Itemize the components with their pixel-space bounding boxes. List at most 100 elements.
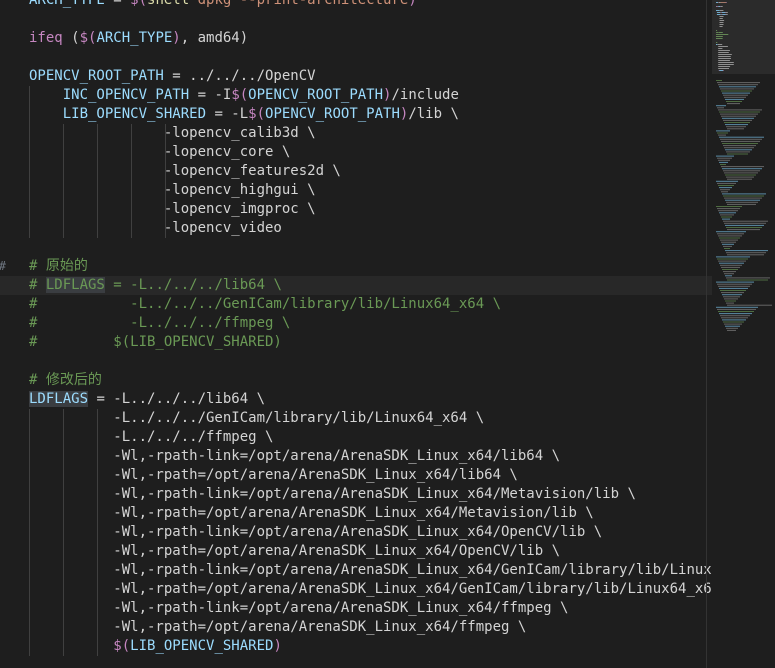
code-line[interactable]: -L../../../ffmpeg \ <box>0 428 712 447</box>
code-line[interactable]: # $(LIB_OPENCV_SHARED) <box>0 333 712 352</box>
code-line[interactable]: OPENCV_ROOT_PATH = ../../../OpenCV <box>0 67 712 86</box>
minimap-line <box>726 252 766 254</box>
minimap-line <box>719 287 748 289</box>
minimap-line <box>718 235 742 237</box>
indent-guide <box>63 637 64 656</box>
minimap[interactable] <box>712 0 775 668</box>
indent-guide <box>97 428 98 447</box>
code-line[interactable]: -Wl,-rpath-link=/opt/arena/ArenaSDK_Linu… <box>0 561 712 580</box>
minimap-line <box>717 182 736 184</box>
code-token: -Wl,-rpath=/opt/arena/ArenaSDK_Linux_x64… <box>29 505 594 521</box>
code-token: = <box>104 0 131 8</box>
minimap-line <box>718 285 750 287</box>
code-area[interactable]: ARCH_TYPE = $(shell dpkg --print-archite… <box>0 0 712 656</box>
indent-guide <box>97 542 98 561</box>
code-line[interactable]: -Wl,-rpath=/opt/arena/ArenaSDK_Linux_x64… <box>0 542 712 561</box>
indent-guide <box>97 580 98 599</box>
minimap-line <box>717 233 744 235</box>
code-line[interactable]: -Wl,-rpath-link=/opt/arena/ArenaSDK_Linu… <box>0 485 712 504</box>
indent-guide <box>97 200 98 219</box>
indent-guide <box>131 124 132 143</box>
minimap-line <box>718 159 730 161</box>
indent-guide <box>29 523 30 542</box>
code-line[interactable]: LIB_OPENCV_SHARED = -L$(OPENCV_ROOT_PATH… <box>0 105 712 124</box>
code-token: -L../../../ffmpeg \ <box>29 429 274 445</box>
minimap-line <box>718 109 762 111</box>
code-line[interactable]: # 修改后的 <box>0 371 712 390</box>
code-line[interactable]: -Wl,-rpath=/opt/arena/ArenaSDK_Linux_x64… <box>0 504 712 523</box>
minimap-line <box>721 241 736 243</box>
minimap-line <box>721 317 748 319</box>
minimap-line <box>726 176 754 178</box>
indent-guide <box>131 162 132 181</box>
minimap-line <box>727 103 740 105</box>
code-line[interactable]: -lopencv_highgui \ <box>0 181 712 200</box>
code-line[interactable]: -lopencv_video <box>0 219 712 238</box>
minimap-line <box>726 227 762 228</box>
minimap-line <box>716 206 742 207</box>
indent-guide <box>97 466 98 485</box>
code-line[interactable]: -L../../../GenICam/library/lib/Linux64_x… <box>0 409 712 428</box>
minimap-line <box>717 82 760 84</box>
code-line[interactable]: -Wl,-rpath=/opt/arena/ArenaSDK_Linux_x64… <box>0 618 712 637</box>
code-line[interactable] <box>0 238 712 257</box>
minimap-line <box>716 281 754 283</box>
code-token: # $(LIB_OPENCV_SHARED) <box>29 334 282 350</box>
code-line[interactable] <box>0 48 712 67</box>
code-token: = -L <box>206 106 249 122</box>
code-line[interactable]: # -L../../../ffmpeg \ <box>0 314 712 333</box>
minimap-line <box>718 185 734 186</box>
minimap-line <box>726 327 738 329</box>
code-line[interactable]: ifeq ($(ARCH_TYPE), amd64) <box>0 29 712 48</box>
minimap-viewport-slider <box>712 0 775 74</box>
code-token: -lopencv_calib3d \ <box>29 125 316 141</box>
code-line[interactable]: -Wl,-rpath-link=/opt/arena/ArenaSDK_Linu… <box>0 523 712 542</box>
code-line[interactable]: -lopencv_calib3d \ <box>0 124 712 143</box>
minimap-line <box>723 94 748 96</box>
minimap-line <box>725 300 736 302</box>
code-token: -Wl,-rpath-link=/opt/arena/ArenaSDK_Linu… <box>29 600 569 616</box>
code-line[interactable]: -lopencv_core \ <box>0 143 712 162</box>
minimap-line <box>722 319 746 321</box>
code-line[interactable]: -Wl,-rpath=/opt/arena/ArenaSDK_Linux_x64… <box>0 466 712 485</box>
minimap-line <box>717 308 756 310</box>
minimap-line <box>727 178 752 180</box>
code-line[interactable]: -Wl,-rpath-link=/opt/arena/ArenaSDK_Linu… <box>0 447 712 466</box>
code-line[interactable]: -Wl,-rpath=/opt/arena/ArenaSDK_Linux_x64… <box>0 580 712 599</box>
indent-guide <box>29 162 30 181</box>
indent-guide <box>63 504 64 523</box>
code-editor[interactable]: # ARCH_TYPE = $(shell dpkg --print-archi… <box>0 0 712 668</box>
code-line[interactable]: $(LIB_OPENCV_SHARED) <box>0 637 712 656</box>
code-line[interactable]: # 原始的 <box>0 257 712 276</box>
minimap-line <box>722 92 750 94</box>
code-token: ) <box>408 0 417 8</box>
indent-guide <box>29 143 30 162</box>
code-line[interactable]: ARCH_TYPE = $(shell dpkg --print-archite… <box>0 0 712 10</box>
minimap-line <box>719 313 752 315</box>
indent-guide <box>29 542 30 561</box>
indent-guide <box>63 485 64 504</box>
minimap-line <box>721 191 728 193</box>
minimap-line <box>716 155 734 157</box>
code-token: ifeq <box>29 30 63 46</box>
code-line[interactable]: LDFLAGS = -L../../../lib64 \ <box>0 390 712 409</box>
code-line[interactable] <box>0 10 712 29</box>
code-line[interactable]: -lopencv_imgproc \ <box>0 200 712 219</box>
minimap-line <box>725 325 740 327</box>
minimap-line <box>726 277 770 279</box>
indent-guide <box>97 637 98 656</box>
code-line[interactable]: -Wl,-rpath-link=/opt/arena/ArenaSDK_Linu… <box>0 599 712 618</box>
indent-guide <box>29 86 30 105</box>
code-line[interactable]: # -L../../../GenICam/library/lib/Linux64… <box>0 295 712 314</box>
code-line[interactable]: INC_OPENCV_PATH = -I$(OPENCV_ROOT_PATH)/… <box>0 86 712 105</box>
code-line[interactable]: -lopencv_features2d \ <box>0 162 712 181</box>
code-line[interactable]: # LDFLAGS = -L../../../lib64 \ <box>0 276 712 295</box>
minimap-line <box>727 279 768 281</box>
minimap-line <box>724 323 742 325</box>
code-line[interactable] <box>0 352 712 371</box>
code-token: ) <box>273 638 282 654</box>
code-token: -Wl,-rpath-link=/opt/arena/ArenaSDK_Linu… <box>29 524 603 540</box>
minimap-line <box>727 304 772 306</box>
code-token: -lopencv_imgproc \ <box>29 201 316 217</box>
minimap-line <box>727 128 744 130</box>
